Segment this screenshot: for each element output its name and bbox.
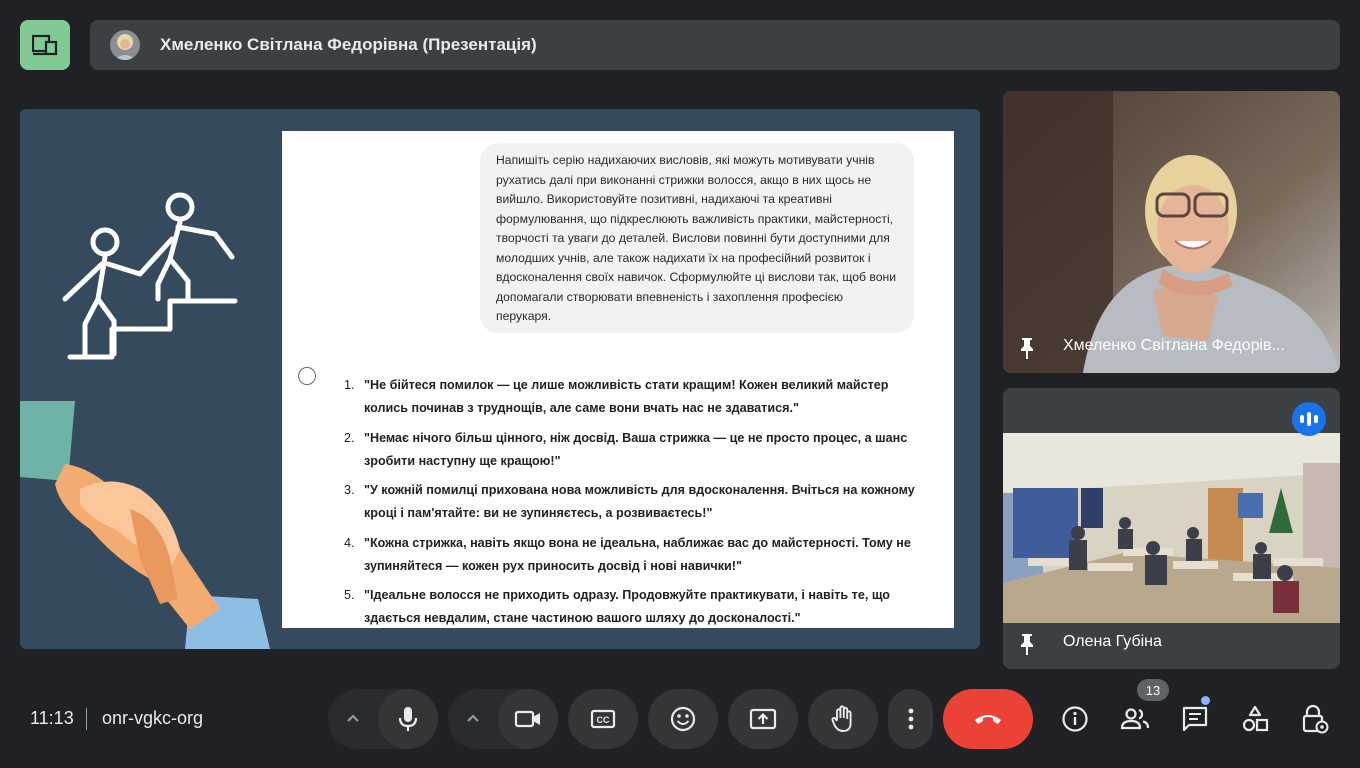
presentation-title: Хмеленко Світлана Федорівна (Презентація… xyxy=(160,35,537,54)
participant-name: Олена Губіна xyxy=(1063,633,1162,650)
present-button[interactable] xyxy=(728,689,798,749)
chevron-up-icon[interactable] xyxy=(466,713,480,723)
camera-control xyxy=(448,689,558,749)
list-item: 1. "Не бійтеся помилок — це лише можливіс… xyxy=(344,378,889,415)
chat-icon xyxy=(1182,706,1208,732)
list-item: 2. "Немає нічого більш цінного, ніж досві… xyxy=(344,430,908,468)
answer-list: 1. "Не бійтеся помилок — це лише можливіс… xyxy=(344,374,924,637)
participant-tile[interactable]: Олена Губіна xyxy=(1003,388,1340,669)
info-button[interactable] xyxy=(1060,704,1090,734)
list-item: 5. "Ідеальне волосся не приходить одразу.… xyxy=(344,588,890,625)
participant-tile[interactable]: Хмеленко Світлана Федорів... xyxy=(1003,91,1340,373)
raise-hand-button[interactable] xyxy=(808,689,878,749)
slide-content: Напишіть серію надихаючих висловів, які … xyxy=(282,131,954,628)
host-controls-button[interactable] xyxy=(1300,704,1330,734)
captions-button[interactable]: CC xyxy=(568,689,638,749)
more-options-button[interactable] xyxy=(888,689,933,749)
more-options-icon xyxy=(908,708,913,730)
pin-icon[interactable] xyxy=(1019,632,1035,656)
captions-icon: CC xyxy=(590,709,616,729)
camera-icon xyxy=(514,710,540,728)
people-button[interactable] xyxy=(1120,704,1150,734)
participant-video xyxy=(1003,91,1340,373)
participant-video xyxy=(1003,433,1340,623)
svg-text:CC: CC xyxy=(597,715,610,725)
people-icon xyxy=(1120,708,1150,730)
shared-screen: Напишіть серію надихаючих висловів, які … xyxy=(20,109,980,649)
mic-control xyxy=(328,689,438,749)
activities-button[interactable] xyxy=(1240,704,1270,734)
list-item: 4. "Кожна стрижка, навіть якщо вона не ід… xyxy=(344,535,911,573)
participant-name: Хмеленко Світлана Федорів... xyxy=(1063,337,1285,354)
host-controls-icon xyxy=(1302,704,1329,734)
presenter-avatar xyxy=(110,30,140,60)
list-item: 3. "У кожній помилці прихована нова можли… xyxy=(344,483,915,520)
chat-button[interactable] xyxy=(1180,704,1210,734)
clock: 11:13 xyxy=(30,708,74,728)
emoji-icon xyxy=(670,706,696,732)
layout-button[interactable] xyxy=(20,20,70,70)
prompt-bubble: Напишіть серію надихаючих висловів, які … xyxy=(480,143,914,333)
people-count-badge: 13 xyxy=(1137,679,1169,701)
present-screen-icon xyxy=(749,708,777,730)
layout-icon xyxy=(32,34,58,56)
camera-button[interactable] xyxy=(498,689,558,749)
meeting-code: onr-vgkc-org xyxy=(102,708,204,728)
pin-icon[interactable] xyxy=(1019,336,1035,360)
info-icon xyxy=(1062,706,1088,732)
helping-hand-illustration xyxy=(20,192,270,649)
divider xyxy=(86,708,87,730)
mic-icon xyxy=(398,707,418,731)
leave-call-button[interactable] xyxy=(943,689,1033,749)
leave-call-icon xyxy=(975,715,1001,724)
emoji-button[interactable] xyxy=(648,689,718,749)
raise-hand-icon xyxy=(831,705,852,732)
chevron-up-icon[interactable] xyxy=(346,713,360,723)
presentation-banner: Хмеленко Світлана Федорівна (Презентація… xyxy=(90,20,1340,70)
chatgpt-logo-icon xyxy=(298,367,316,385)
activities-icon xyxy=(1242,705,1269,732)
mic-button[interactable] xyxy=(378,689,438,749)
chat-notification-dot xyxy=(1201,696,1210,705)
speaking-indicator-icon xyxy=(1292,402,1326,436)
